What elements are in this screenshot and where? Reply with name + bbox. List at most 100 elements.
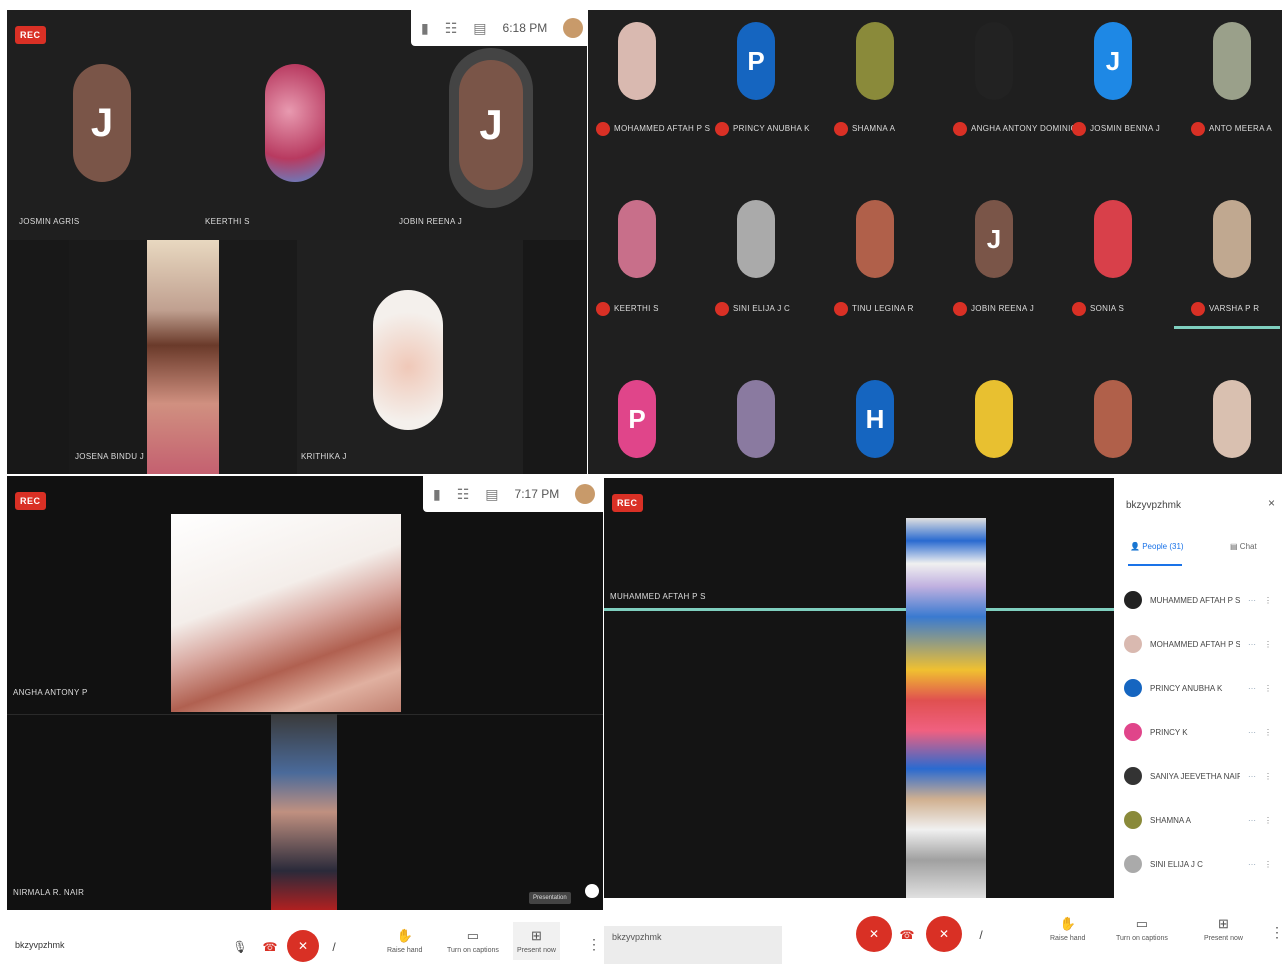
- more-icon[interactable]: [585, 884, 599, 898]
- tab-people[interactable]: 👤 People (31): [1130, 542, 1184, 551]
- people-icon[interactable]: ☷: [445, 20, 458, 37]
- tab-active-underline: [1128, 564, 1182, 566]
- people-list-item[interactable]: SHAMNA A ⋯ ⋮: [1114, 798, 1282, 842]
- meeting-code[interactable]: bkzyvpzhmk: [15, 940, 65, 950]
- person-name: SANIYA JEEVETHA NAIR J: [1150, 771, 1240, 781]
- people-list-item[interactable]: MOHAMMED AFTAH P S ⋯ ⋮: [1114, 622, 1282, 666]
- participant-avatar: J: [73, 64, 131, 182]
- person-name: MOHAMMED AFTAH P S: [1150, 639, 1240, 649]
- participant-name: TINU LEGINA R: [834, 302, 914, 316]
- participant-avatar: [1213, 200, 1251, 278]
- chat-icon[interactable]: ▤: [473, 20, 486, 37]
- more-icon[interactable]: ⋮: [1264, 596, 1272, 605]
- more-icon[interactable]: ⋮: [1264, 816, 1272, 825]
- more-options-icon[interactable]: ⋮: [587, 936, 601, 953]
- person-name: MUHAMMED AFTAH P S: [1150, 595, 1240, 605]
- participant-avatar: [975, 380, 1013, 458]
- recording-badge: REC: [612, 494, 643, 512]
- participant-avatar: [618, 200, 656, 278]
- captions-icon: ▭: [466, 928, 480, 943]
- more-icon[interactable]: ⋮: [1264, 684, 1272, 693]
- info-icon[interactable]: ▮: [433, 486, 441, 503]
- raise-hand-button[interactable]: ✋ Raise hand: [1050, 916, 1085, 942]
- camera-off-button[interactable]: ✕: [926, 916, 962, 952]
- hand-icon: ✋: [396, 928, 413, 943]
- more-icon[interactable]: ⋮: [1264, 772, 1272, 781]
- people-list: MUHAMMED AFTAH P S ⋯ ⋮ MOHAMMED AFTAH P S ⋯ ⋮…: [1114, 578, 1282, 886]
- people-side-panel: bkzyvpzhmk × 👤 People (31) ▤ Chat MUHAMM…: [1114, 478, 1282, 898]
- captions-button[interactable]: ▭ Turn on captions: [1116, 916, 1168, 942]
- participant-name: MOHAMMED AFTAH P S: [596, 122, 710, 136]
- end-call-button[interactable]: ☎: [257, 934, 283, 960]
- mic-button[interactable]: 🎙: [227, 934, 253, 960]
- participant-name: ANTO MEERA A: [1191, 122, 1272, 136]
- meet-panel-top-left: REC ▮ ☷ ▤ 6:18 PM J JOSMIN AGRIS KEERTHI…: [7, 10, 587, 474]
- participant-avatar: [1094, 200, 1132, 278]
- people-list-item[interactable]: PRINCY K ⋯ ⋮: [1114, 710, 1282, 754]
- participant-name: ANGHA ANTONY P: [13, 688, 88, 697]
- avatar: [1124, 679, 1142, 697]
- close-icon[interactable]: ×: [1268, 496, 1275, 510]
- avatar: [1124, 767, 1142, 785]
- pen-icon[interactable]: /: [321, 934, 347, 960]
- mic-off-icon: [1072, 302, 1086, 316]
- meet-panel-bottom-right: REC MUHAMMED AFTAH P S: [604, 478, 1114, 898]
- self-avatar[interactable]: [563, 18, 584, 38]
- participant-name: SHAMNA A: [834, 122, 895, 136]
- people-list-item[interactable]: SINI ELIJA J C ⋯ ⋮: [1114, 842, 1282, 886]
- mic-off-icon: [834, 122, 848, 136]
- end-call-button[interactable]: ☎: [894, 922, 920, 948]
- participant-name: PRINCY ANUBHA K: [715, 122, 810, 136]
- self-avatar[interactable]: [575, 484, 596, 504]
- people-list-item[interactable]: SANIYA JEEVETHA NAIR J ⋯ ⋮: [1114, 754, 1282, 798]
- raise-hand-button[interactable]: ✋ Raise hand: [387, 928, 422, 954]
- present-button[interactable]: ⊞ Present now: [513, 922, 560, 960]
- captions-icon: ▭: [1135, 916, 1149, 931]
- people-list-item[interactable]: PRINCY ANUBHA K ⋯ ⋮: [1114, 666, 1282, 710]
- clock-time: 6:18 PM: [502, 21, 548, 35]
- hand-icon: ✋: [1059, 916, 1076, 931]
- more-icon[interactable]: ⋮: [1264, 860, 1272, 869]
- mic-icon: ⋯: [1248, 859, 1256, 869]
- info-icon[interactable]: ▮: [421, 20, 429, 37]
- chat-icon[interactable]: ▤: [485, 486, 498, 503]
- participant-avatar: P: [737, 22, 775, 100]
- participant-avatar: [737, 200, 775, 278]
- mic-icon: ⋯: [1248, 639, 1256, 649]
- present-icon: ⊞: [1218, 916, 1229, 931]
- mic-off-button[interactable]: ✕: [856, 916, 892, 952]
- tooltip: Presentation: [529, 892, 571, 904]
- mic-off-icon: [1072, 122, 1086, 136]
- participant-avatar: J: [459, 60, 523, 190]
- participant-name: KEERTHI S: [596, 302, 659, 316]
- mic-icon: ⋯: [1248, 683, 1256, 693]
- more-icon[interactable]: ⋮: [1264, 728, 1272, 737]
- meet-topbar: ▮ ☷ ▤ 7:17 PM: [423, 476, 603, 512]
- participant-avatar: [618, 22, 656, 100]
- meet-topbar: ▮ ☷ ▤ 6:18 PM: [411, 10, 587, 46]
- mic-off-icon: [715, 302, 729, 316]
- participant-avatar: [1213, 380, 1251, 458]
- video-tile: [523, 240, 587, 474]
- more-options-icon[interactable]: ⋮: [1270, 924, 1282, 941]
- people-list-item[interactable]: MUHAMMED AFTAH P S ⋯ ⋮: [1114, 578, 1282, 622]
- participant-avatar: J: [1094, 22, 1132, 100]
- people-icon[interactable]: ☷: [457, 486, 470, 503]
- participant-video: [271, 714, 337, 910]
- participant-avatar: [1094, 380, 1132, 458]
- pen-icon[interactable]: /: [968, 922, 994, 948]
- captions-button[interactable]: ▭ Turn on captions: [447, 928, 499, 954]
- chat-icon: ▤: [1230, 542, 1238, 551]
- tab-chat[interactable]: ▤ Chat: [1230, 542, 1257, 551]
- meet-panel-top-right: MOHAMMED AFTAH P S P PRINCY ANUBHA K SHAMNA…: [588, 10, 1282, 474]
- more-icon[interactable]: ⋮: [1264, 640, 1272, 649]
- participant-name: JOSENA BINDU J: [75, 452, 145, 461]
- mic-off-icon: [953, 122, 967, 136]
- mic-icon: ⋯: [1248, 727, 1256, 737]
- camera-off-button[interactable]: ✕: [287, 930, 319, 962]
- participant-video: [147, 240, 219, 474]
- avatar: [1124, 855, 1142, 873]
- meeting-code-box[interactable]: bkzyvpzhmk: [604, 926, 782, 964]
- present-button[interactable]: ⊞ Present now: [1204, 916, 1243, 942]
- avatar: [1124, 723, 1142, 741]
